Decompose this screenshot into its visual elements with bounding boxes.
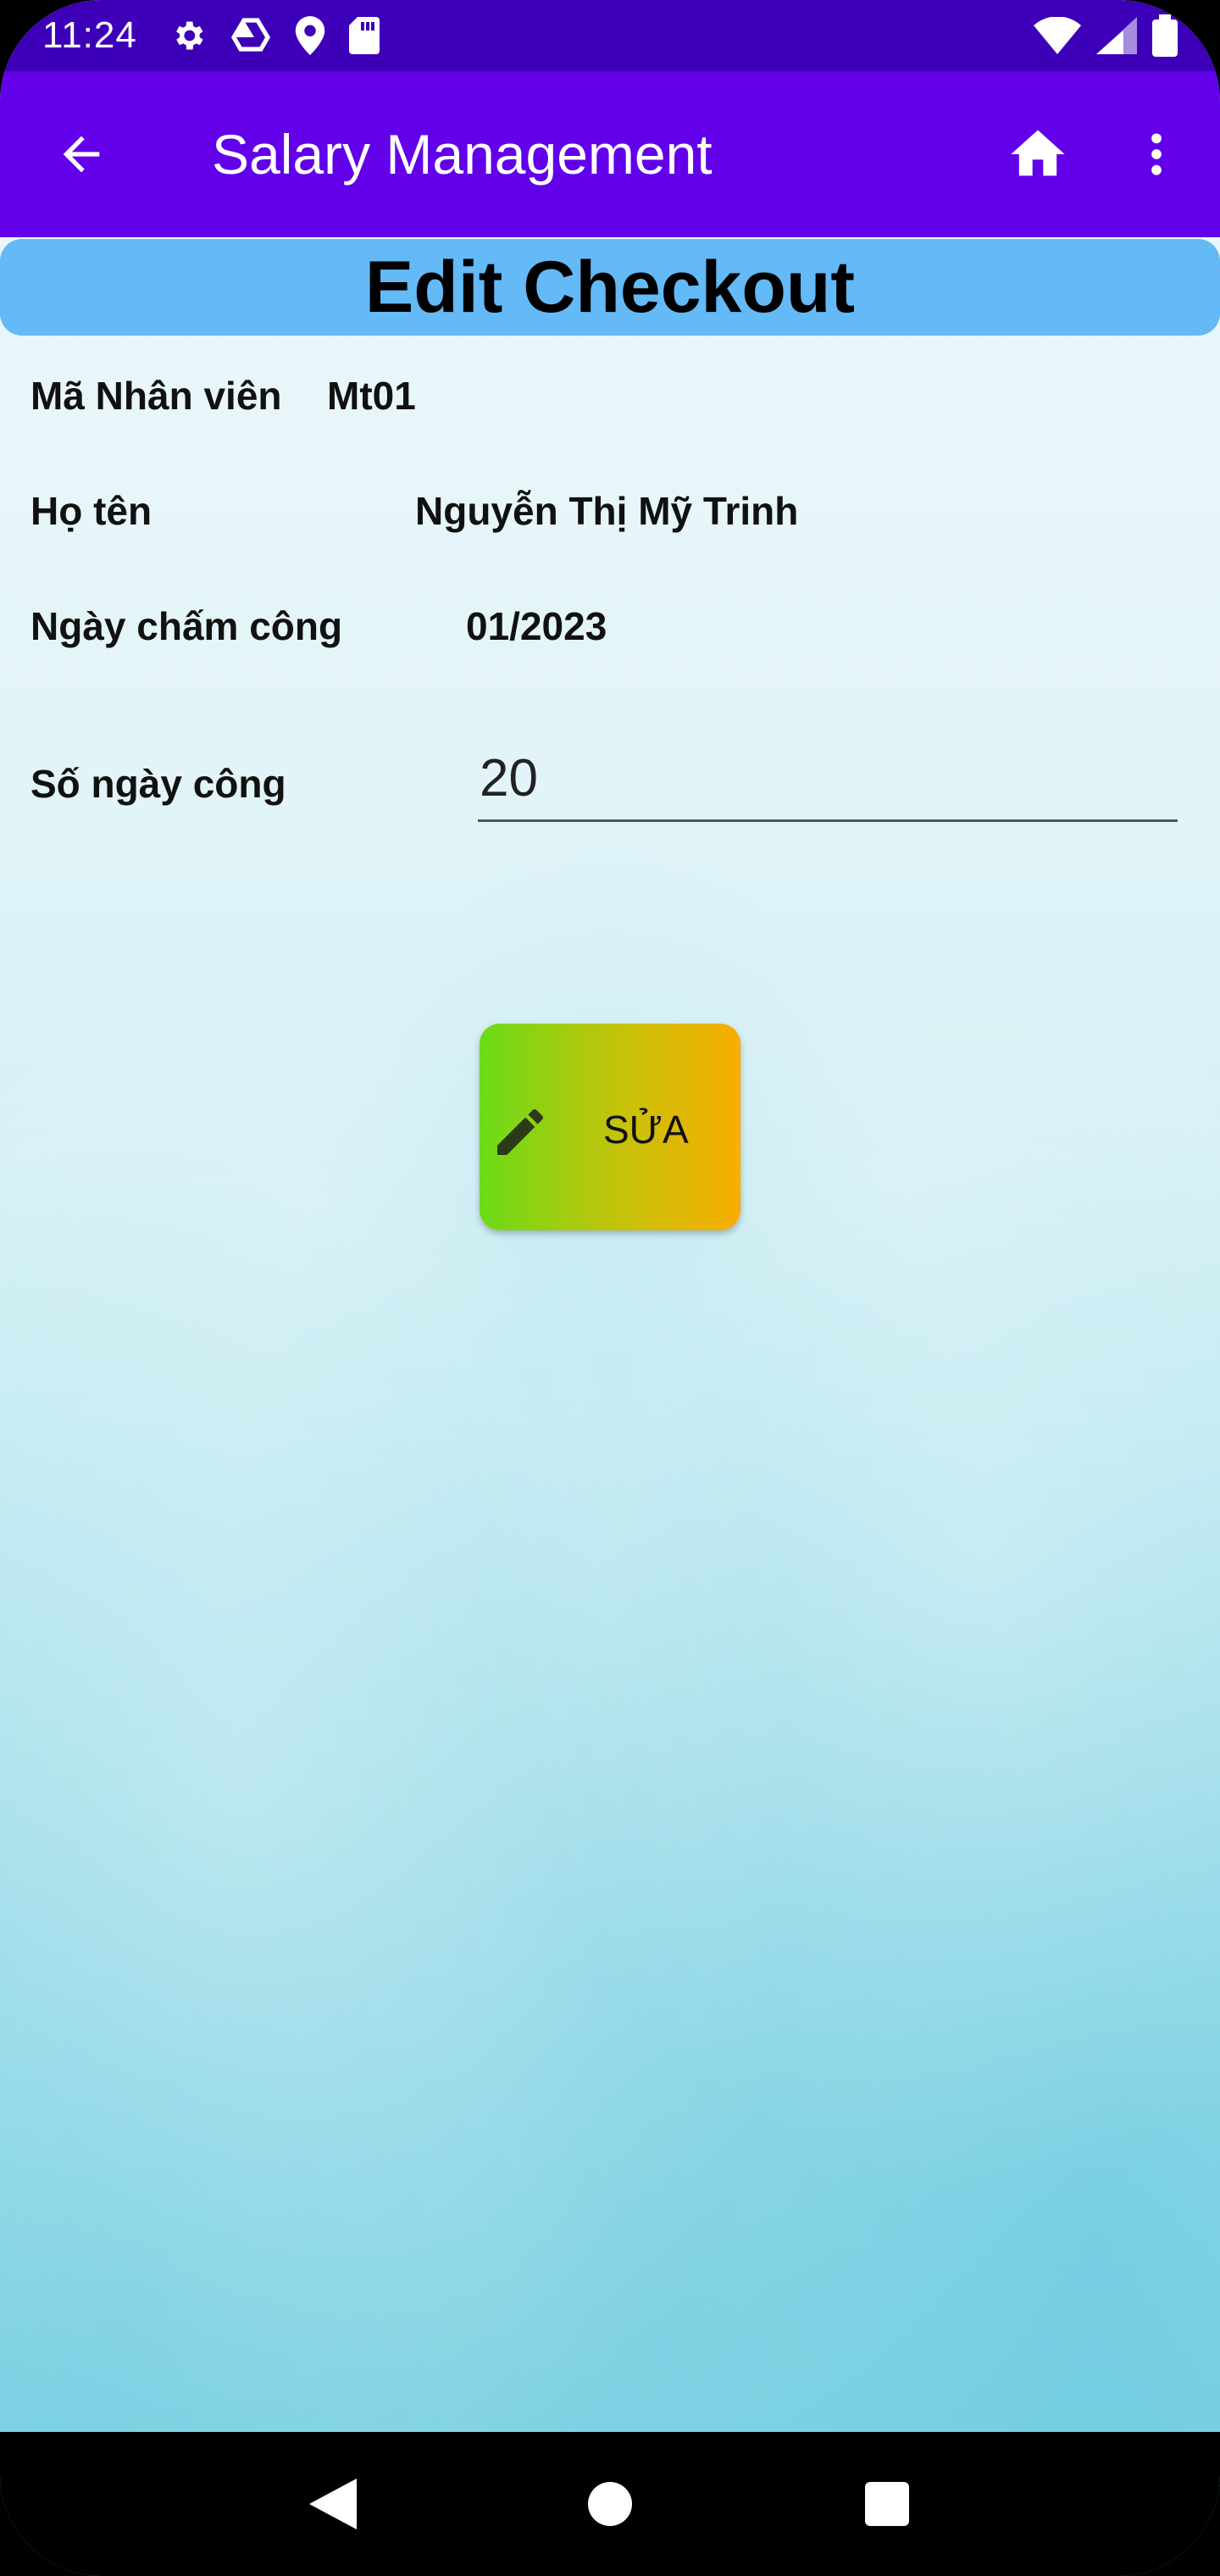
date-label: Ngày chấm công xyxy=(30,604,343,648)
workdays-field[interactable] xyxy=(478,737,1178,822)
arrow-back-icon xyxy=(63,136,100,173)
home-button[interactable] xyxy=(991,108,1084,201)
status-bar: 11:24 xyxy=(0,0,1220,71)
page-title: Edit Checkout xyxy=(364,246,856,328)
background-texture xyxy=(0,237,1220,2432)
status-icons-left xyxy=(169,16,380,55)
overflow-menu-button[interactable] xyxy=(1110,108,1203,201)
employee-id-value: Mt01 xyxy=(327,374,416,418)
nav-recents-button[interactable] xyxy=(853,2470,921,2538)
phone-screen: 11:24 Salary Management Edit Checkout Mã… xyxy=(0,0,1220,2576)
nav-back-icon xyxy=(309,2479,358,2529)
status-time: 11:24 xyxy=(42,14,137,56)
workdays-label: Số ngày công xyxy=(30,762,286,806)
nav-home-icon xyxy=(587,2482,632,2526)
nav-back-button[interactable] xyxy=(299,2470,367,2538)
signal-icon xyxy=(1096,17,1137,54)
drive-icon xyxy=(230,18,270,52)
name-label: Họ tên xyxy=(30,489,152,533)
nav-home-button[interactable] xyxy=(576,2470,644,2538)
location-icon xyxy=(295,16,325,55)
nav-recents-icon xyxy=(864,2482,909,2526)
date-value: 01/2023 xyxy=(466,604,607,648)
battery-icon xyxy=(1152,14,1178,57)
employee-id-label: Mã Nhân viên xyxy=(30,374,282,418)
sd-card-icon xyxy=(348,17,380,54)
app-title: Salary Management xyxy=(212,123,713,186)
gear-icon xyxy=(175,21,203,50)
workdays-input[interactable] xyxy=(478,737,1178,819)
page-header: Edit Checkout xyxy=(0,239,1220,336)
edit-button-label: SỬA xyxy=(603,1108,689,1152)
app-bar: Salary Management xyxy=(0,71,1220,237)
wifi-icon xyxy=(1034,17,1081,54)
more-vert-icon xyxy=(1151,133,1162,175)
pencil-icon xyxy=(497,1108,543,1155)
status-icons-right xyxy=(1034,14,1178,57)
system-nav-bar xyxy=(0,2432,1220,2576)
back-button[interactable] xyxy=(39,112,124,197)
edit-button[interactable]: SỬA xyxy=(480,1024,740,1230)
name-value: Nguyễn Thị Mỹ Trinh xyxy=(415,489,799,533)
home-icon xyxy=(1011,130,1065,176)
